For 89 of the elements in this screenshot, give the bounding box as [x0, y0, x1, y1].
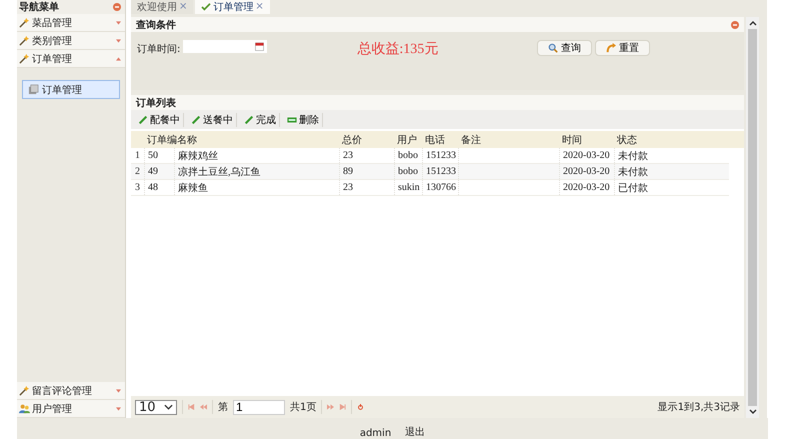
- row-number: 3: [134, 182, 141, 193]
- tab[interactable]: 订单管理 ×: [195, 0, 270, 14]
- sidebar-title: 导航菜单: [19, 0, 59, 14]
- table-cell: 麻辣鱼: [174, 180, 339, 195]
- table-cell: 麻辣鸡丝: [174, 148, 339, 163]
- edit-button[interactable]: 配餐中: [135, 112, 184, 126]
- table-cell: 凉拌土豆丝,乌江鱼: [174, 164, 339, 179]
- scrollbar-thumb[interactable]: [748, 29, 757, 406]
- previous-page-icon[interactable]: [200, 404, 207, 410]
- refresh-icon[interactable]: [357, 404, 364, 410]
- first-page-icon[interactable]: [188, 404, 195, 410]
- table-cell: 未付款: [614, 164, 726, 179]
- submenu-item[interactable]: 订单管理: [22, 80, 120, 99]
- search-button[interactable]: 查询: [537, 40, 592, 56]
- menu-item[interactable]: 菜品管理: [17, 14, 125, 32]
- username: admin: [360, 428, 392, 439]
- column-header[interactable]: 电话: [422, 132, 458, 146]
- page-size-select[interactable]: 10: [135, 400, 177, 414]
- page-label: 第: [218, 401, 228, 414]
- tab[interactable]: 欢迎使用 ×: [131, 0, 194, 14]
- wand-icon: [19, 35, 30, 46]
- menu-item[interactable]: 用户管理: [17, 400, 125, 418]
- column-header[interactable]: 总价: [339, 132, 394, 146]
- users-icon: [19, 403, 30, 414]
- menu-item[interactable]: 订单管理: [17, 50, 125, 68]
- table-cell: 2020-03-20: [559, 148, 614, 163]
- edit-button[interactable]: 送餐中: [188, 112, 237, 126]
- caret-icon: [116, 406, 121, 410]
- caret-icon: [116, 20, 121, 24]
- caret-icon: [116, 56, 121, 60]
- pencil-icon: [191, 114, 201, 124]
- collapse-icon[interactable]: [113, 3, 121, 11]
- column-header[interactable]: 用户: [394, 132, 422, 146]
- collapse-icon[interactable]: [731, 20, 739, 28]
- table-cell: bobo: [394, 164, 422, 179]
- column-header[interactable]: 备注: [458, 132, 559, 146]
- minus-icon: [287, 114, 297, 124]
- caret-icon: [116, 388, 121, 392]
- pages-icon: [28, 84, 39, 95]
- scroll-up-icon[interactable]: [748, 21, 756, 26]
- reset-button[interactable]: 重置: [595, 40, 650, 56]
- page-input[interactable]: 1: [233, 400, 285, 414]
- wand-icon: [19, 17, 30, 28]
- table-cell: 2020-03-20: [559, 180, 614, 195]
- table-cell: 49: [144, 164, 174, 179]
- search-icon: [548, 43, 558, 53]
- total-revenue: 总收益:135元: [357, 40, 438, 58]
- calendar-icon[interactable]: [255, 42, 264, 51]
- pencil-icon: [244, 114, 254, 124]
- logout-link[interactable]: 退出: [405, 425, 426, 439]
- row-number: 2: [134, 166, 141, 177]
- table-cell: 已付款: [614, 180, 726, 195]
- field-label: 订单时间:: [137, 42, 180, 56]
- table-cell: 130766: [422, 180, 458, 195]
- column-header[interactable]: 时间: [559, 132, 614, 146]
- next-page-icon[interactable]: [327, 404, 334, 410]
- table-cell: 151233: [422, 164, 458, 179]
- table-cell: sukin: [394, 180, 422, 195]
- table-cell: 23: [339, 180, 394, 195]
- table-cell: 89: [339, 164, 394, 179]
- table-cell: 未付款: [614, 148, 726, 163]
- wand-icon: [19, 385, 30, 396]
- table-cell: 50: [144, 148, 174, 163]
- wand-icon: [19, 53, 30, 64]
- page-count: 共1页: [290, 400, 316, 414]
- curved-arrow-icon: [606, 43, 616, 53]
- caret-icon: [116, 38, 121, 42]
- scroll-down-icon[interactable]: [748, 409, 756, 414]
- table-cell: 151233: [422, 148, 458, 163]
- column-header[interactable]: 状态: [614, 132, 726, 146]
- table-cell: bobo: [394, 148, 422, 163]
- dropdown-icon: [164, 404, 173, 410]
- table-cell: 2020-03-20: [559, 164, 614, 179]
- edit-button[interactable]: 完成: [241, 112, 280, 126]
- pencil-icon: [138, 114, 148, 124]
- panel-title: 查询条件: [136, 18, 176, 32]
- last-page-icon[interactable]: [339, 404, 346, 410]
- menu-item[interactable]: 类别管理: [17, 32, 125, 50]
- menu-item[interactable]: 留言评论管理: [17, 382, 125, 400]
- panel-title: 订单列表: [136, 96, 176, 110]
- delete-button[interactable]: 删除: [284, 112, 323, 126]
- date-field[interactable]: [183, 40, 268, 53]
- check-icon: [201, 3, 212, 11]
- column-header[interactable]: 订单编: [144, 132, 174, 146]
- table-cell: 48: [144, 180, 174, 195]
- table-cell: 23: [339, 148, 394, 163]
- record-info: 显示1到3,共3记录: [658, 400, 740, 414]
- row-number: 1: [134, 150, 141, 161]
- scrollbar-track[interactable]: [746, 17, 759, 418]
